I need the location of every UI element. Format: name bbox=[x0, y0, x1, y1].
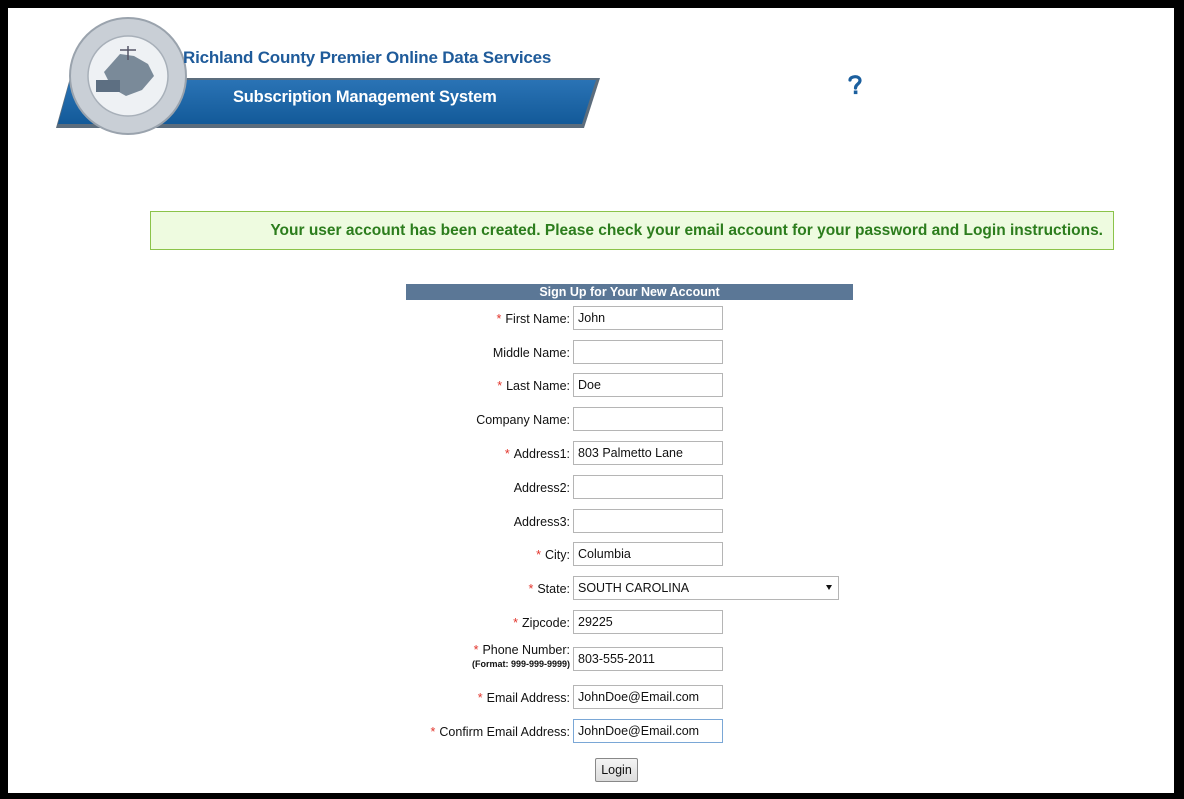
city-label: * City: bbox=[536, 548, 570, 562]
address3-label: Address3: bbox=[513, 515, 570, 529]
city-input[interactable] bbox=[573, 542, 723, 566]
phone-row: * Phone Number: (Format: 999-999-9999) bbox=[8, 643, 1174, 673]
city-row: * City: bbox=[8, 542, 1174, 568]
company-name-input[interactable] bbox=[573, 407, 723, 431]
address2-input[interactable] bbox=[573, 475, 723, 499]
company-name-label: Company Name: bbox=[476, 413, 570, 427]
required-marker: * bbox=[504, 447, 510, 461]
required-marker: * bbox=[513, 616, 519, 630]
phone-input[interactable] bbox=[573, 647, 723, 671]
company-name-row: Company Name: bbox=[8, 407, 1174, 433]
last-name-label: * Last Name: bbox=[497, 379, 570, 393]
first-name-input[interactable] bbox=[573, 306, 723, 330]
page: Richland County Premier Online Data Serv… bbox=[8, 8, 1174, 793]
last-name-row: * Last Name: bbox=[8, 373, 1174, 399]
header-banner: Richland County Premier Online Data Serv… bbox=[8, 8, 628, 168]
middle-name-input[interactable] bbox=[573, 340, 723, 364]
zipcode-input[interactable] bbox=[573, 610, 723, 634]
site-subtitle: Subscription Management System bbox=[233, 88, 497, 106]
address1-input[interactable] bbox=[573, 441, 723, 465]
middle-name-label: Middle Name: bbox=[492, 346, 570, 360]
zipcode-row: * Zipcode: bbox=[8, 610, 1174, 636]
first-name-row: * First Name: bbox=[8, 306, 1174, 332]
question-mark-icon[interactable] bbox=[847, 74, 863, 96]
form-title: Sign Up for Your New Account bbox=[406, 284, 853, 300]
login-button[interactable]: Login bbox=[595, 758, 638, 782]
site-title: Richland County Premier Online Data Serv… bbox=[183, 48, 552, 67]
state-label: * State: bbox=[528, 582, 570, 596]
last-name-input[interactable] bbox=[573, 373, 723, 397]
required-marker: * bbox=[536, 548, 541, 562]
county-seal-logo bbox=[69, 17, 187, 135]
confirm-email-label: * Confirm Email Address: bbox=[430, 725, 570, 739]
address3-input[interactable] bbox=[573, 509, 723, 533]
required-marker: * bbox=[496, 312, 502, 326]
state-row: * State: SOUTH CAROLINA bbox=[8, 576, 1174, 602]
success-message: Your user account has been created. Plea… bbox=[150, 211, 1114, 250]
required-marker: * bbox=[528, 582, 534, 596]
address3-row: Address3: bbox=[8, 509, 1174, 535]
state-select[interactable]: SOUTH CAROLINA bbox=[573, 576, 839, 600]
phone-format-hint: (Format: 999-999-9999) bbox=[471, 659, 570, 669]
address2-label: Address2: bbox=[513, 481, 570, 495]
required-marker: * bbox=[473, 643, 479, 657]
chevron-down-icon bbox=[826, 585, 832, 590]
required-marker: * bbox=[477, 691, 483, 705]
email-input[interactable] bbox=[573, 685, 723, 709]
email-label: * Email Address: bbox=[477, 691, 570, 705]
phone-label: * Phone Number: (Format: 999-999-9999) bbox=[471, 643, 570, 669]
zipcode-label: * Zipcode: bbox=[513, 616, 570, 630]
address2-row: Address2: bbox=[8, 475, 1174, 501]
first-name-label: * First Name: bbox=[496, 312, 570, 326]
address1-label: * Address1: bbox=[504, 447, 570, 461]
middle-name-row: Middle Name: bbox=[8, 340, 1174, 366]
required-marker: * bbox=[430, 725, 436, 739]
email-row: * Email Address: bbox=[8, 685, 1174, 711]
address1-row: * Address1: bbox=[8, 441, 1174, 467]
confirm-email-input[interactable] bbox=[573, 719, 723, 743]
state-selected-value: SOUTH CAROLINA bbox=[578, 581, 690, 595]
required-marker: * bbox=[497, 379, 503, 393]
confirm-email-row: * Confirm Email Address: bbox=[8, 719, 1174, 745]
